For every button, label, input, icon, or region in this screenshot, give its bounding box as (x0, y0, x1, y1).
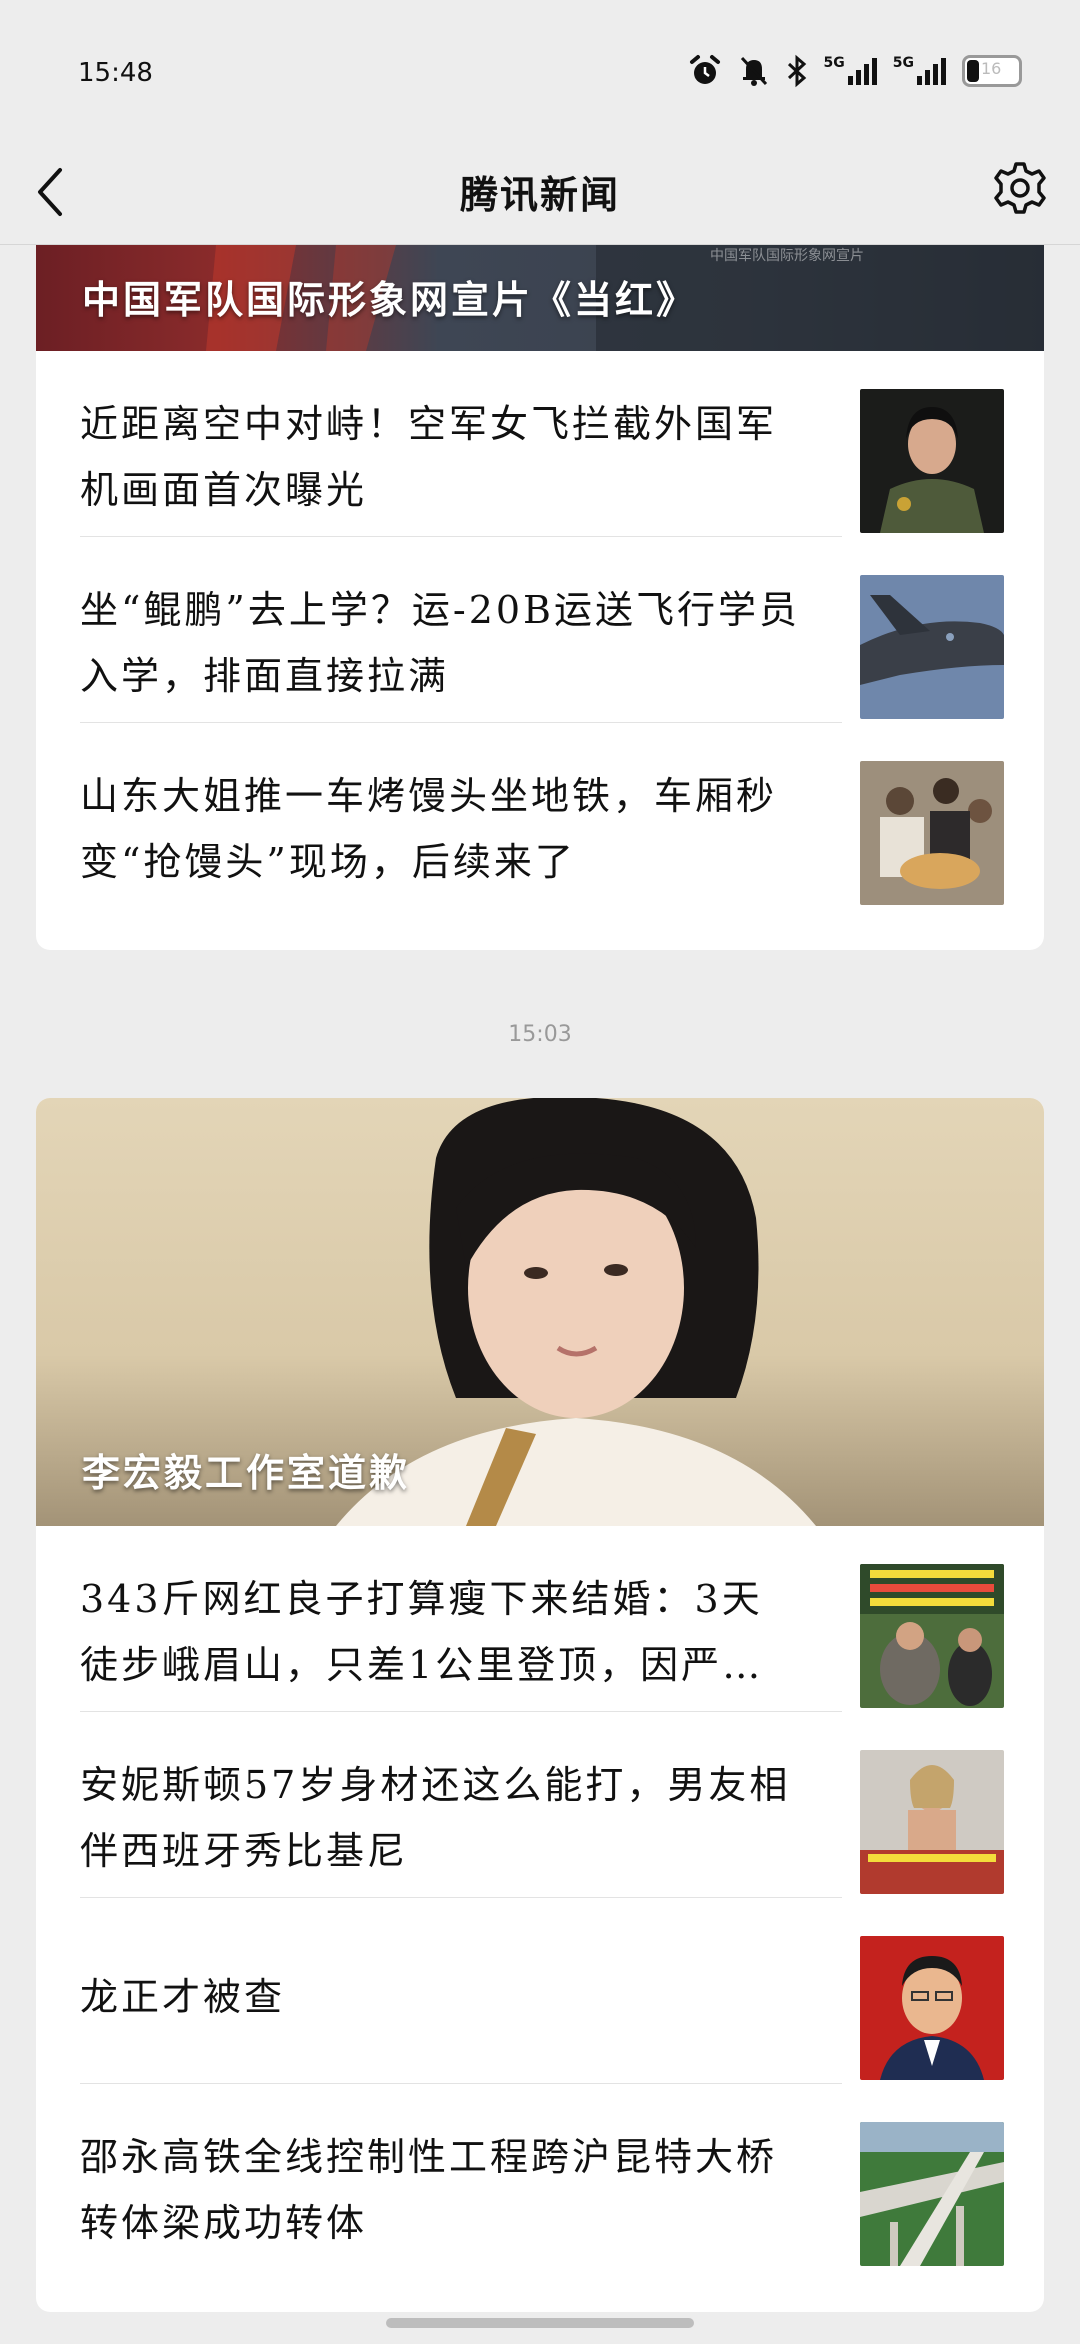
alarm-icon (689, 55, 720, 84)
news-item[interactable]: 坐“鲲鹏”去上学？运-20B运送飞行学员入学，排面直接拉满 (80, 537, 1044, 723)
bluetooth-icon (787, 54, 806, 88)
news-title: 邵永高铁全线控制性工程跨沪昆特大桥转体梁成功转体 (80, 2135, 778, 2245)
thumbnail (860, 2122, 1004, 2266)
banner-title: 中国军队国际形象网宣片《当红》 (82, 278, 698, 322)
thumbnail (860, 1750, 1004, 1894)
news-item[interactable]: 龙正才被查 (80, 1898, 1044, 2084)
page-title: 腾讯新闻 (459, 173, 620, 217)
news-title: 龙正才被查 (80, 1975, 286, 2019)
news-item[interactable]: 343斤网红良子打算瘦下来结婚：3天徒步峨眉山，只差1公里登顶，因严重… (80, 1526, 1044, 1712)
banner-watermark: 中国军队国际形象网宣片 (710, 248, 864, 264)
home-indicator[interactable] (386, 2318, 694, 2328)
news-title: 343斤网红良子打算瘦下来结婚：3天徒步峨眉山，只差1公里登顶，因严重… (80, 1577, 763, 1687)
news-card: 李宏毅工作室道歉 343斤网红良子打算瘦下来结婚：3天徒步峨眉山，只差1公里登顶… (36, 1098, 1044, 2312)
news-item[interactable]: 近距离空中对峙！空军女飞拦截外国军机画面首次曝光 (80, 351, 1044, 537)
status-icons: 5G 5G 16 (688, 50, 1022, 92)
banner-title: 李宏毅工作室道歉 (82, 1451, 411, 1495)
status-time: 15:48 (78, 58, 153, 88)
nav-bar: 腾讯新闻 (0, 140, 1080, 245)
thumbnail (860, 575, 1004, 719)
news-title: 安妮斯顿57岁身材还这么能打，男友相伴西班牙秀比基尼 (80, 1763, 791, 1873)
news-item[interactable]: 邵永高铁全线控制性工程跨沪昆特大桥转体梁成功转体 (80, 2084, 1044, 2270)
news-title: 坐“鲲鹏”去上学？运-20B运送飞行学员入学，排面直接拉满 (80, 588, 800, 698)
gear-icon[interactable] (988, 156, 1052, 220)
bell-muted-icon (740, 56, 767, 86)
news-item[interactable]: 山东大姐推一车烤馒头坐地铁，车厢秒变“抢馒头”现场，后续来了 (80, 723, 1044, 909)
thumbnail (860, 761, 1004, 905)
banner[interactable]: 李宏毅工作室道歉 (36, 1098, 1044, 1526)
news-title: 近距离空中对峙！空军女飞拦截外国军机画面首次曝光 (80, 402, 778, 512)
signal-icon: 5G (824, 56, 877, 86)
signal-icon: 5G (893, 56, 946, 86)
news-card: 中国军队国际形象网宣片 中国军队国际形象网宣片《当红》 近距离空中对峙！空军女飞… (36, 245, 1044, 950)
thumbnail (860, 389, 1004, 533)
status-bar: 15:48 5G 5G 16 (0, 0, 1080, 140)
banner[interactable]: 中国军队国际形象网宣片 中国军队国际形象网宣片《当红》 (36, 245, 1044, 351)
news-title: 山东大姐推一车烤馒头坐地铁，车厢秒变“抢馒头”现场，后续来了 (80, 774, 778, 884)
thumbnail (860, 1936, 1004, 2080)
news-item[interactable]: 安妮斯顿57岁身材还这么能打，男友相伴西班牙秀比基尼 (80, 1712, 1044, 1898)
thumbnail (860, 1564, 1004, 1708)
timestamp: 15:03 (508, 1022, 572, 1047)
battery-icon: 16 (962, 55, 1022, 87)
